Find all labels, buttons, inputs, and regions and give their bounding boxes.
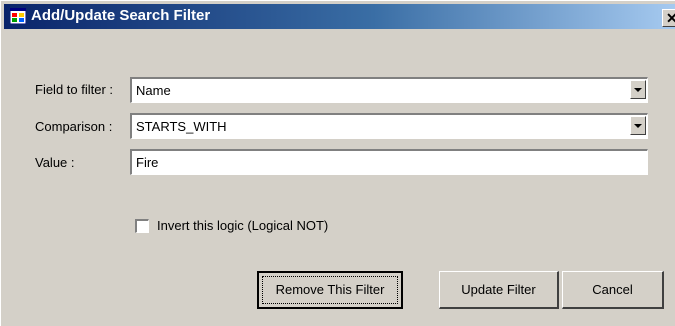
field-to-filter-value: Name bbox=[136, 83, 171, 98]
invert-logic-checkbox[interactable] bbox=[135, 219, 149, 233]
cancel-label: Cancel bbox=[592, 282, 633, 297]
update-filter-button[interactable]: Update Filter bbox=[439, 271, 559, 309]
window-title: Add/Update Search Filter bbox=[31, 7, 211, 24]
close-icon: ✕ bbox=[666, 10, 675, 26]
remove-filter-label: Remove This Filter bbox=[275, 282, 385, 297]
value-input[interactable]: Fire bbox=[130, 149, 648, 175]
dialog-window: Add/Update Search Filter ✕ Field to filt… bbox=[0, 0, 675, 326]
invert-logic-label[interactable]: Invert this logic (Logical NOT) bbox=[157, 218, 328, 233]
title-bar[interactable]: Add/Update Search Filter ✕ bbox=[4, 4, 675, 29]
comparison-value: STARTS_WITH bbox=[136, 119, 227, 134]
value-input-text: Fire bbox=[136, 155, 159, 170]
field-dropdown-button[interactable] bbox=[630, 80, 646, 99]
field-to-filter-select[interactable]: Name bbox=[130, 77, 648, 103]
update-filter-label: Update Filter bbox=[461, 282, 536, 297]
close-button[interactable]: ✕ bbox=[662, 9, 675, 27]
chevron-down-icon bbox=[634, 88, 642, 92]
app-window-icon bbox=[10, 8, 26, 24]
field-to-filter-label: Field to filter : bbox=[35, 82, 114, 97]
value-label: Value : bbox=[35, 155, 75, 170]
comparison-label: Comparison : bbox=[35, 119, 113, 134]
comparison-dropdown-button[interactable] bbox=[630, 116, 646, 135]
remove-filter-button[interactable]: Remove This Filter bbox=[257, 271, 403, 309]
cancel-button[interactable]: Cancel bbox=[562, 271, 664, 309]
comparison-select[interactable]: STARTS_WITH bbox=[130, 113, 648, 139]
chevron-down-icon bbox=[634, 124, 642, 128]
